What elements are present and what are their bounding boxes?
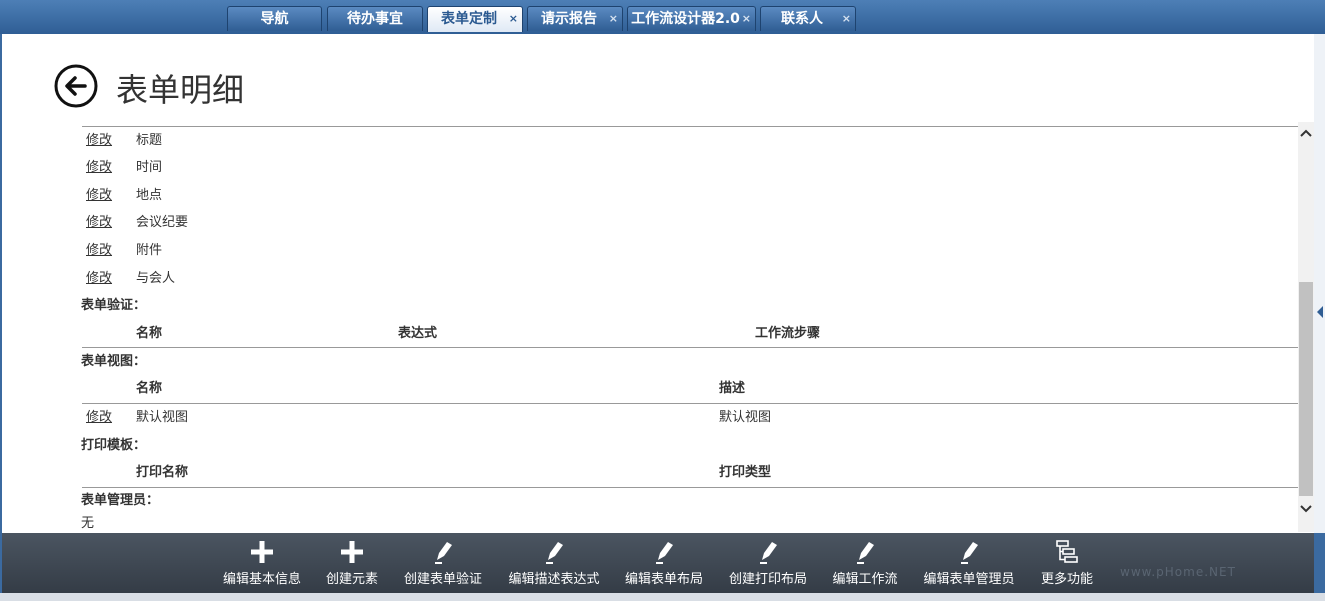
- view-description: 默认视图: [719, 410, 772, 425]
- collapse-handle[interactable]: [1314, 34, 1325, 533]
- edit-field-link[interactable]: 修改: [86, 160, 112, 175]
- close-icon[interactable]: ×: [509, 7, 518, 31]
- more-functions-button[interactable]: 更多功能: [1034, 533, 1100, 593]
- column-header: 名称: [136, 381, 163, 396]
- edit-description-expression-button[interactable]: 编辑描述表达式: [502, 533, 606, 593]
- column-header: 工作流步骤: [755, 326, 821, 341]
- button-label: 创建打印布局: [728, 572, 807, 587]
- button-label: 创建元素: [325, 572, 378, 587]
- button-label: 编辑基本信息: [222, 572, 301, 587]
- form-detail-panel: 表单明细 修改 标题 修改 时间 修改 地点 修改 会议纪要 修改 附件 修改 …: [2, 34, 1314, 533]
- chevron-down-icon[interactable]: [1298, 500, 1314, 516]
- list-item: 修改: [86, 270, 112, 288]
- column-header: 打印名称: [136, 465, 189, 480]
- tab-request-report[interactable]: 请示报告 ×: [527, 6, 623, 31]
- chevron-up-icon[interactable]: [1298, 126, 1314, 142]
- field-name: 标题: [136, 133, 163, 148]
- button-label: 编辑工作流: [832, 572, 898, 587]
- button-label: 创建表单验证: [403, 572, 482, 587]
- column-header: 描述: [719, 381, 746, 396]
- field-name: 附件: [136, 243, 163, 258]
- button-label: 更多功能: [1040, 572, 1093, 587]
- plus-icon: [341, 541, 363, 563]
- tree-icon: [1056, 540, 1078, 563]
- pencil-icon: [435, 542, 452, 564]
- divider: [82, 347, 1298, 348]
- list-item: 修改: [86, 159, 112, 177]
- action-toolbar: 编辑基本信息 创建元素 创建表单验证 编辑描述表达式 编辑表单布局 创建打印布局…: [2, 533, 1314, 593]
- scrollbar[interactable]: [1298, 122, 1314, 532]
- edit-form-admins-button[interactable]: 编辑表单管理员: [916, 533, 1022, 593]
- divider: [82, 126, 1298, 127]
- pencil-icon: [656, 542, 673, 564]
- create-element-button[interactable]: 创建元素: [317, 533, 387, 593]
- tab-label: 表单定制: [441, 11, 497, 27]
- view-name: 默认视图: [136, 410, 189, 425]
- print-templates-heading: 打印模板：: [81, 438, 147, 453]
- watermark: www.pHome.NET: [1120, 565, 1236, 579]
- tab-label: 待办事宜: [347, 11, 403, 27]
- admins-value: 无: [81, 516, 95, 531]
- edit-field-link[interactable]: 修改: [86, 243, 112, 258]
- list-item: 修改: [86, 187, 112, 205]
- column-header: 打印类型: [719, 465, 772, 480]
- edit-view-link[interactable]: 修改: [86, 410, 112, 425]
- tab-label: 工作流设计器2.0: [631, 11, 740, 27]
- pencil-icon: [546, 542, 563, 564]
- close-icon[interactable]: ×: [842, 7, 851, 31]
- edit-field-link[interactable]: 修改: [86, 215, 112, 230]
- edit-basic-info-button[interactable]: 编辑基本信息: [216, 533, 308, 593]
- button-label: 编辑表单布局: [624, 572, 703, 587]
- close-icon[interactable]: ×: [742, 7, 751, 31]
- tab-navigation[interactable]: 导航: [227, 6, 322, 31]
- tab-label: 联系人: [781, 11, 823, 27]
- field-name: 会议纪要: [136, 215, 189, 230]
- tab-label: 请示报告: [541, 11, 597, 27]
- divider: [82, 403, 1298, 404]
- field-name: 地点: [136, 188, 163, 203]
- tab-contacts[interactable]: 联系人 ×: [760, 6, 856, 31]
- status-bar: [0, 593, 1325, 601]
- triangle-left-icon: [1317, 306, 1323, 318]
- views-heading: 表单视图：: [81, 354, 147, 369]
- tab-workflow-designer[interactable]: 工作流设计器2.0 ×: [627, 6, 756, 31]
- edit-field-link[interactable]: 修改: [86, 271, 112, 286]
- field-name: 与会人: [136, 271, 176, 286]
- button-label: 编辑描述表达式: [508, 572, 600, 587]
- close-icon[interactable]: ×: [609, 7, 618, 31]
- validation-heading: 表单验证：: [81, 298, 147, 313]
- list-item: 修改: [86, 132, 112, 150]
- column-header: 名称: [136, 326, 163, 341]
- tab-label: 导航: [260, 11, 289, 27]
- tab-bar: 导航 待办事宜 表单定制 × 请示报告 × 工作流设计器2.0 × 联系人 ×: [0, 0, 1325, 34]
- tab-form-custom[interactable]: 表单定制 ×: [427, 6, 523, 32]
- divider: [82, 487, 1298, 488]
- create-form-validation-button[interactable]: 创建表单验证: [398, 533, 488, 593]
- admins-heading: 表单管理员：: [81, 493, 160, 508]
- column-header: 表达式: [398, 326, 438, 341]
- plus-icon: [251, 541, 273, 563]
- edit-field-link[interactable]: 修改: [86, 188, 112, 203]
- list-item: 修改: [86, 214, 112, 232]
- create-print-layout-button[interactable]: 创建打印布局: [722, 533, 814, 593]
- edit-workflow-button[interactable]: 编辑工作流: [826, 533, 904, 593]
- list-item: 修改: [86, 242, 112, 260]
- edit-field-link[interactable]: 修改: [86, 133, 112, 148]
- field-name: 时间: [136, 160, 163, 175]
- scroll-thumb[interactable]: [1299, 282, 1313, 496]
- edit-form-layout-button[interactable]: 编辑表单布局: [618, 533, 710, 593]
- button-label: 编辑表单管理员: [923, 572, 1015, 587]
- table-row: 修改: [86, 409, 112, 427]
- pencil-icon: [857, 542, 874, 564]
- pencil-icon: [961, 542, 978, 564]
- arrow-left-circle-icon[interactable]: [54, 64, 98, 108]
- tab-todo[interactable]: 待办事宜: [327, 6, 423, 31]
- page-title: 表单明细: [116, 71, 245, 109]
- pencil-icon: [760, 542, 777, 564]
